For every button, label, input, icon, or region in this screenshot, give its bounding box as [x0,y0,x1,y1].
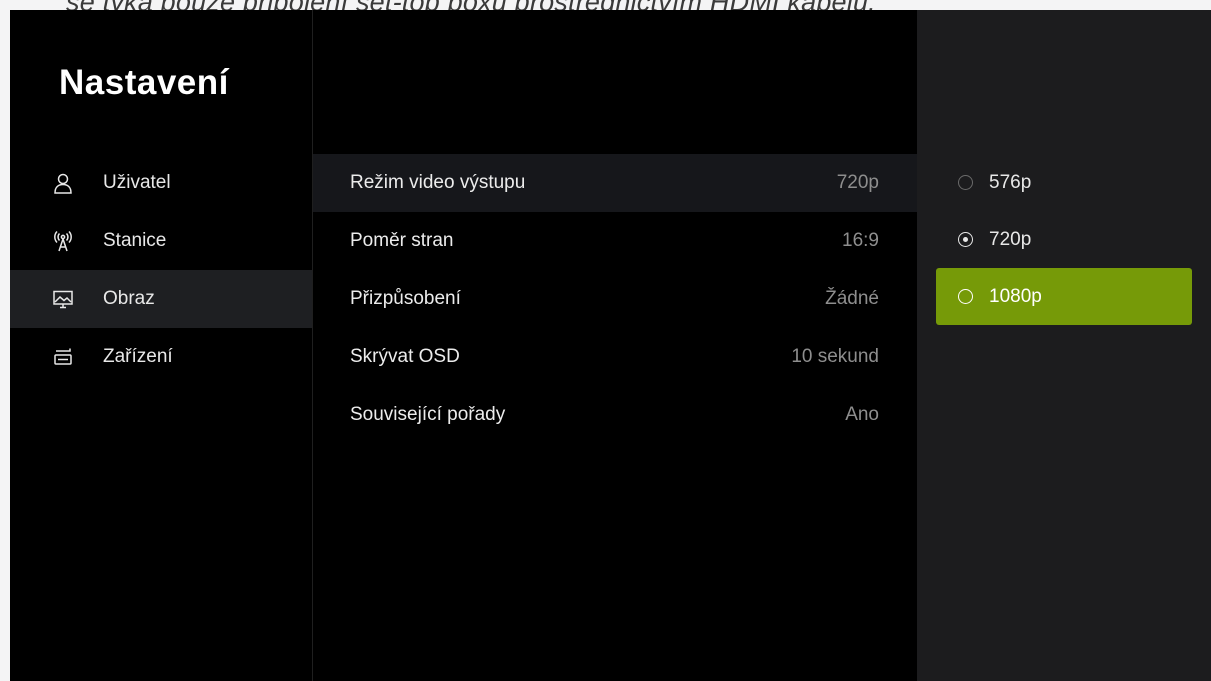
option-576p[interactable]: 576p [936,154,1192,211]
option-label: 1080p [989,285,1042,307]
setting-value: 16:9 [842,230,879,251]
option-label: 576p [989,171,1032,193]
sidebar-item-user[interactable]: Uživatel [10,154,312,212]
settings-list: Režim video výstupu 720p Poměr stran 16:… [313,154,917,444]
sidebar-item-device[interactable]: Zařízení [10,328,312,386]
device-icon [52,346,74,368]
setting-label: Režim video výstupu [350,172,526,193]
radio-unchecked-icon [958,289,973,304]
sidebar-item-stations[interactable]: Stanice [10,212,312,270]
sidebar-item-label: Stanice [103,230,167,251]
radio-checked-icon [958,232,973,247]
setting-label: Související pořady [350,404,506,425]
option-label: 720p [989,228,1032,250]
sidebar-item-label: Uživatel [103,172,171,193]
setting-hide-osd[interactable]: Skrývat OSD 10 sekund [313,328,917,386]
radio-unchecked-icon [958,175,973,190]
setting-value: 10 sekund [791,346,879,367]
settings-screen: Nastavení Uživatel Stanice Obraz Zařízen… [10,10,1211,681]
options-panel: 576p 720p 1080p [917,10,1211,681]
setting-value: Žádné [825,288,879,309]
sidebar-nav: Uživatel Stanice Obraz Zařízení [10,154,312,386]
sidebar-item-label: Obraz [103,288,155,309]
setting-value: 720p [836,172,879,193]
settings-list-panel: Režim video výstupu 720p Poměr stran 16:… [313,10,917,681]
setting-label: Poměr stran [350,230,454,251]
setting-fit[interactable]: Přizpůsobení Žádné [313,270,917,328]
option-1080p[interactable]: 1080p [936,268,1192,325]
setting-related-shows[interactable]: Související pořady Ano [313,386,917,444]
option-720p[interactable]: 720p [936,211,1192,268]
user-icon [52,172,74,194]
setting-video-output-mode[interactable]: Režim video výstupu 720p [313,154,917,212]
setting-aspect-ratio[interactable]: Poměr stran 16:9 [313,212,917,270]
setting-label: Přizpůsobení [350,288,461,309]
antenna-icon [52,230,74,252]
sidebar-item-label: Zařízení [103,346,173,367]
setting-value: Ano [845,404,879,425]
resolution-options: 576p 720p 1080p [936,154,1192,325]
sidebar: Nastavení Uživatel Stanice Obraz Zařízen… [10,10,313,681]
page-title: Nastavení [59,63,229,102]
setting-label: Skrývat OSD [350,346,460,367]
display-icon [52,288,74,310]
sidebar-item-picture[interactable]: Obraz [10,270,312,328]
